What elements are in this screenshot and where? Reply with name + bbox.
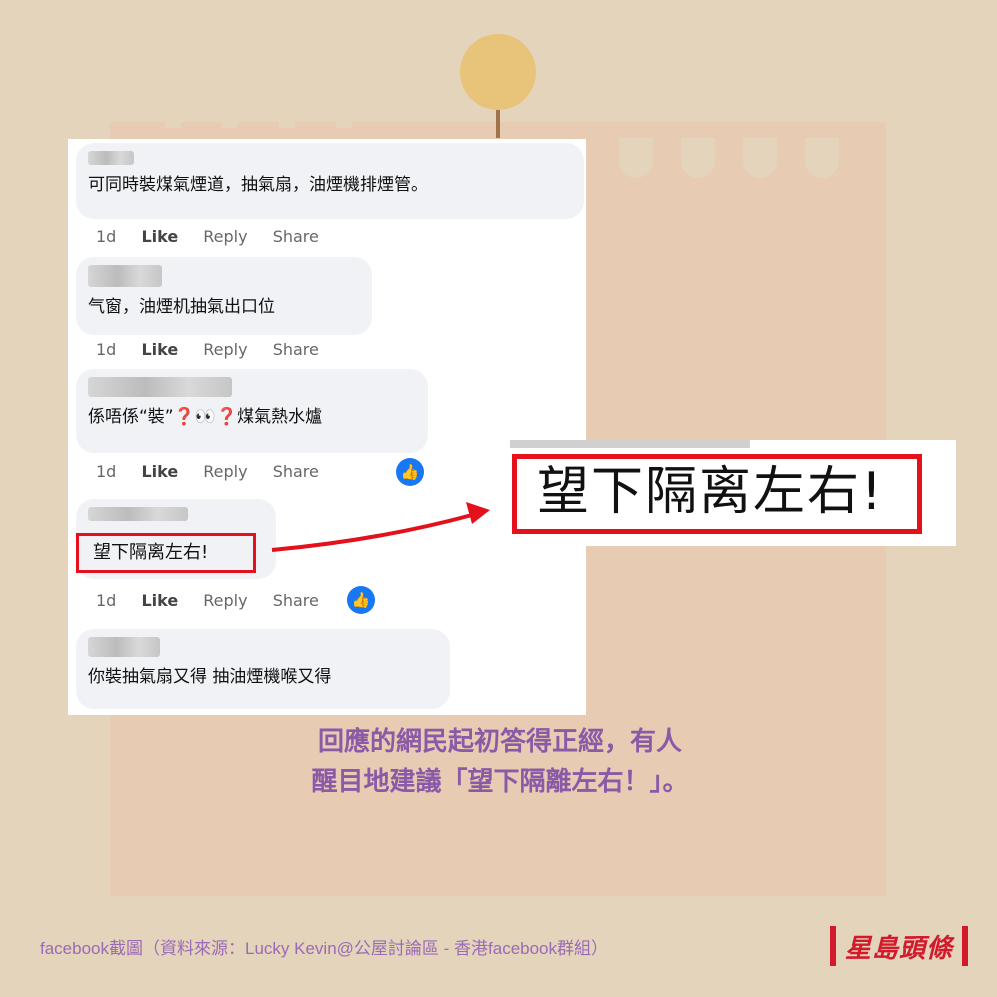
comment-bubble: 气窗，油煙机抽氣出口位 [76, 257, 372, 335]
like-link[interactable]: Like [141, 227, 178, 246]
blurred-username [88, 507, 188, 521]
caption-line-2: 醒目地建議「望下隔離左右！」。 [311, 767, 689, 797]
comment-bubble: 係唔係“裝”❓👀❓煤氣熱水爐 [76, 369, 428, 453]
note-tab-gap [279, 122, 295, 128]
like-link[interactable]: Like [141, 340, 178, 359]
like-link[interactable]: Like [141, 462, 178, 481]
comment-time: 1d [96, 227, 117, 246]
blurred-username [510, 440, 750, 448]
comment-text: 气窗，油煙机抽氣出口位 [88, 297, 275, 317]
reply-link[interactable]: Reply [203, 227, 247, 246]
pin-stem [496, 108, 500, 138]
reply-link[interactable]: Reply [203, 340, 247, 359]
blurred-username [88, 637, 160, 657]
note-hole [805, 138, 839, 178]
comment-time: 1d [96, 340, 117, 359]
comment-text: 係唔係“裝”❓👀❓煤氣熱水爐 [88, 407, 323, 427]
caption: 回應的網民起初答得正經，有人 醒目地建議「望下隔離左右！」。 [150, 722, 850, 802]
note-hole [619, 138, 653, 178]
comment-actions: 1d Like Reply Share [96, 462, 339, 481]
comment-bubble: 你裝抽氣扇又得 抽油煙機喉又得 [76, 629, 450, 709]
facebook-comments-screenshot: 可同時裝煤氣煙道，抽氣扇，油煙機排煙管。 1d Like Reply Share… [68, 139, 586, 715]
comment-actions: 1d Like Reply Share [96, 340, 339, 359]
like-link[interactable]: Like [141, 591, 178, 610]
note-tab-gap [165, 122, 181, 128]
reply-link[interactable]: Reply [203, 591, 247, 610]
share-link[interactable]: Share [273, 591, 319, 610]
like-thumb-icon: 👍 [396, 458, 424, 486]
note-hole [743, 138, 777, 178]
comment-5: 你裝抽氣扇又得 抽油煙機喉又得 [76, 629, 450, 709]
comment-text: 可同時裝煤氣煙道，抽氣扇，油煙機排煙管。 [88, 175, 428, 195]
blurred-username [88, 151, 134, 165]
like-thumb-icon: 👍 [347, 586, 375, 614]
note-tab-gap [222, 122, 238, 128]
brand-logo: 星島頭條 [830, 926, 968, 966]
highlighted-comment-box: 望下隔离左右! [76, 533, 256, 573]
blurred-username [88, 265, 162, 287]
zoomed-comment-text: 望下隔离左右! [512, 454, 922, 534]
share-link[interactable]: Share [273, 340, 319, 359]
note-tab-gap [336, 122, 352, 128]
comment-time: 1d [96, 462, 117, 481]
comment-bubble: 可同時裝煤氣煙道，抽氣扇，油煙機排煙管。 [76, 143, 584, 219]
reply-link[interactable]: Reply [203, 462, 247, 481]
comment-text: 你裝抽氣扇又得 抽油煙機喉又得 [88, 667, 332, 687]
comment-2: 气窗，油煙机抽氣出口位 [76, 257, 372, 335]
zoomed-callout: 望下隔离左右! [490, 440, 956, 546]
share-link[interactable]: Share [273, 462, 319, 481]
comment-time: 1d [96, 591, 117, 610]
blurred-username [88, 377, 232, 397]
note-hole [681, 138, 715, 178]
source-credit: facebook截圖（資料來源：Lucky Kevin@公屋討論區 - 香港fa… [40, 939, 609, 958]
comment-1: 可同時裝煤氣煙道，抽氣扇，油煙機排煙管。 [76, 143, 584, 219]
comment-actions: 1d Like Reply Share [96, 591, 339, 610]
share-link[interactable]: Share [273, 227, 319, 246]
pin-head-icon [460, 34, 536, 110]
comment-actions: 1d Like Reply Share [96, 227, 339, 246]
caption-line-1: 回應的網民起初答得正經，有人 [317, 727, 682, 757]
comment-3: 係唔係“裝”❓👀❓煤氣熱水爐 [76, 369, 428, 453]
